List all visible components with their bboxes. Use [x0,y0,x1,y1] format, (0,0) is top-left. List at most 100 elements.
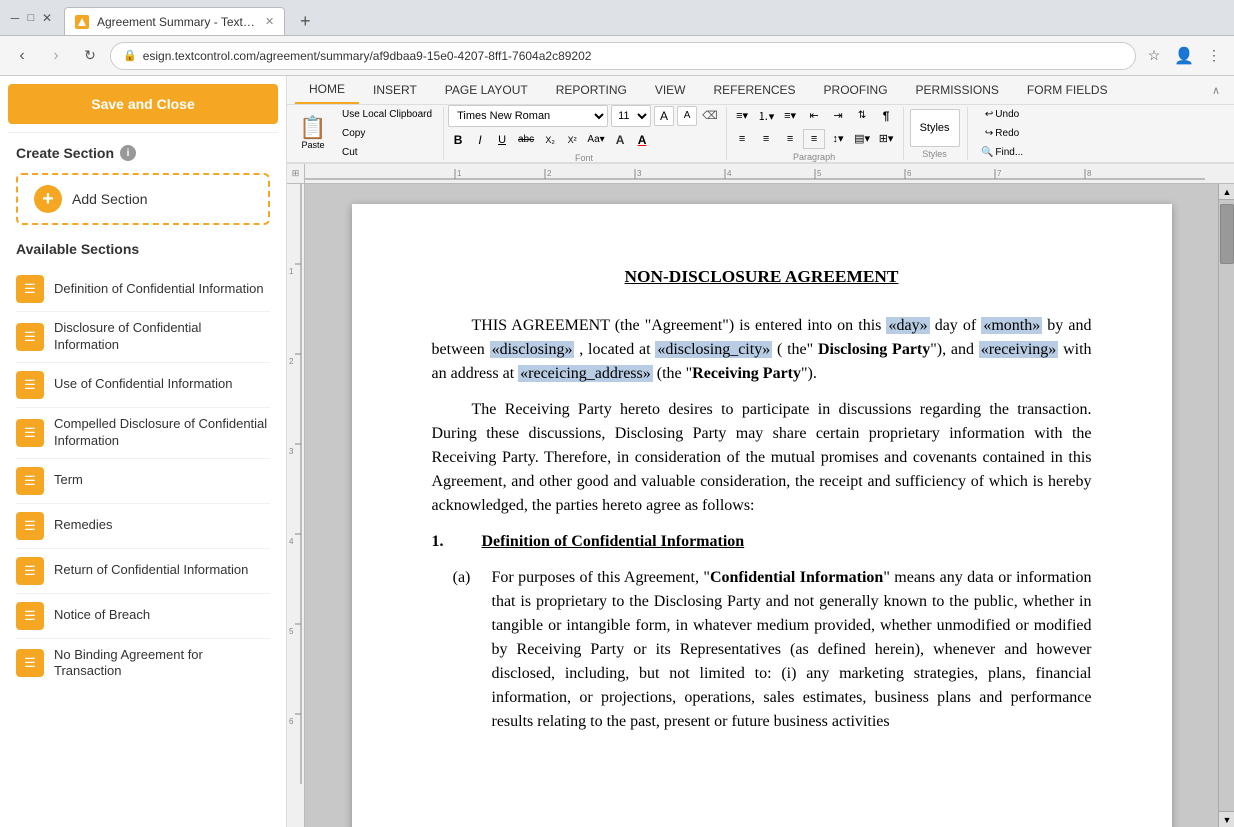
list-item[interactable]: ☰ Term [16,459,270,504]
toolbar-row-1: 📋 Paste Use Local Clipboard Copy Cut Tim… [287,105,1234,163]
increase-indent-btn[interactable]: ⇥ [827,106,849,126]
undo-icon: ↩ [985,109,993,120]
clear-format-btn[interactable]: ⌫ [700,106,720,126]
redo-btn[interactable]: ↪ Redo [980,125,1024,142]
maximize-btn[interactable]: □ [24,11,38,25]
collapse-toolbar-btn[interactable]: ∧ [1206,80,1226,100]
paste-icon: 📋 [299,117,326,139]
tab-title: Agreement Summary - Text Cont... [97,15,257,29]
section-1-title: Definition of Confidential Information [482,530,745,554]
multilevel-btn[interactable]: ≡▾ [779,106,801,126]
new-tab-btn[interactable]: + [291,7,319,35]
svg-text:5: 5 [817,169,822,178]
vertical-ruler: 1 2 3 4 5 6 [287,184,305,827]
create-section-title: Create Section i [16,145,270,161]
copy-btn[interactable]: Copy [337,125,437,142]
forward-btn[interactable]: › [42,42,70,70]
svg-text:4: 4 [727,169,732,178]
active-tab[interactable]: Agreement Summary - Text Cont... ✕ [64,7,285,35]
horizontal-ruler: 1 2 3 4 5 6 7 8 [305,164,1234,184]
back-btn[interactable]: ‹ [8,42,36,70]
use-local-clipboard-btn[interactable]: Use Local Clipboard [337,106,437,123]
clipboard-group: 📋 Paste Use Local Clipboard Copy Cut [291,107,444,160]
doc-paragraph-2: The Receiving Party hereto desires to pa… [432,398,1092,518]
tab-form-fields[interactable]: FORM FIELDS [1013,77,1122,103]
decrease-indent-btn[interactable]: ⇤ [803,106,825,126]
list-item[interactable]: ☰ Use of Confidential Information [16,363,270,408]
bold-btn[interactable]: B [448,130,468,150]
bookmark-icon[interactable]: ☆ [1142,44,1166,68]
font-grow-btn[interactable]: A [654,106,674,126]
list-item[interactable]: ☰ Return of Confidential Information [16,549,270,594]
underline-btn[interactable]: U [492,130,512,150]
editor-with-vruler: 1 2 3 4 5 6 NON- [287,184,1234,827]
section-item-label: Notice of Breach [54,607,150,624]
strikethrough-btn[interactable]: abc [514,130,538,150]
tab-proofing[interactable]: PROOFING [810,77,902,103]
svg-text:1: 1 [457,169,462,178]
font-shrink-btn[interactable]: A [677,106,697,126]
case-btn[interactable]: Aa▾ [584,130,608,150]
line-spacing-btn[interactable]: ↕▾ [827,129,849,149]
superscript-btn[interactable]: X² [562,130,582,150]
tab-home[interactable]: HOME [295,76,359,104]
font-color-btn[interactable]: A [632,130,652,150]
tab-view[interactable]: VIEW [641,77,700,103]
tab-references[interactable]: REFERENCES [700,77,810,103]
align-justify-btn[interactable]: ≡ [803,129,825,149]
list-item[interactable]: ☰ Definition of Confidential Information [16,267,270,312]
section-item-label: No Binding Agreement for Transaction [54,647,270,681]
menu-icon[interactable]: ⋮ [1202,44,1226,68]
tab-insert[interactable]: INSERT [359,77,431,103]
section-doc-icon: ☰ [16,371,44,399]
refresh-btn[interactable]: ↻ [76,42,104,70]
numbering-btn[interactable]: ⒈▾ [755,106,777,126]
url-bar[interactable]: 🔒 esign.textcontrol.com/agreement/summar… [110,42,1136,70]
cut-btn[interactable]: Cut [337,144,437,161]
close-btn[interactable]: ✕ [40,11,54,25]
doc-scroll-area[interactable]: NON-DISCLOSURE AGREEMENT THIS AGREEMENT … [305,184,1218,827]
list-item[interactable]: ☰ Disclosure of Confidential Information [16,312,270,363]
align-left-btn[interactable]: ≡ [731,129,753,149]
find-btn[interactable]: 🔍 Find... [976,144,1028,161]
subscript-btn[interactable]: X₂ [540,130,560,150]
save-close-button[interactable]: Save and Close [8,84,278,124]
redo-icon: ↪ [985,128,993,139]
show-marks-btn[interactable]: ¶ [875,106,897,126]
shading-btn[interactable]: ▤▾ [851,129,873,149]
disclosing-city-field: «disclosing_city» [655,341,772,358]
highlight-btn[interactable]: A [610,130,630,150]
styles-btn[interactable]: Styles [910,109,960,147]
add-section-button[interactable]: + Add Section [16,173,270,225]
undo-btn[interactable]: ↩ Undo [980,106,1024,123]
receiving-field: «receiving» [979,341,1059,358]
profile-icon[interactable]: 👤 [1172,44,1196,68]
tab-close-icon[interactable]: ✕ [265,15,274,28]
section-doc-icon: ☰ [16,419,44,447]
bullets-btn[interactable]: ≡▾ [731,106,753,126]
toolbar-tabs: HOME INSERT PAGE LAYOUT REPORTING VIEW R… [287,76,1234,105]
sort-btn[interactable]: ⇅ [851,106,873,126]
right-scrollbar[interactable]: ▲ ▼ [1218,184,1234,827]
minimize-btn[interactable]: ─ [8,11,22,25]
tab-permissions[interactable]: PERMISSIONS [902,77,1013,103]
lock-icon: 🔒 [123,49,137,62]
scroll-thumb[interactable] [1220,204,1234,264]
italic-btn[interactable]: I [470,130,490,150]
borders-btn[interactable]: ⊞▾ [875,129,897,149]
scroll-down-btn[interactable]: ▼ [1219,811,1234,827]
font-family-select[interactable]: Times New Roman [448,105,608,127]
align-right-btn[interactable]: ≡ [779,129,801,149]
font-size-select[interactable]: 11 [611,105,651,127]
paste-btn[interactable]: 📋 Paste [291,107,335,160]
tab-page-layout[interactable]: PAGE LAYOUT [431,77,542,103]
list-item[interactable]: ☰ Notice of Breach [16,594,270,639]
align-center-btn[interactable]: ≡ [755,129,777,149]
para-row1: ≡▾ ⒈▾ ≡▾ ⇤ ⇥ ⇅ ¶ [731,106,897,126]
list-item[interactable]: ☰ No Binding Agreement for Transaction [16,639,270,689]
ruler-corner: ⊞ [287,164,305,184]
scroll-up-btn[interactable]: ▲ [1219,184,1234,200]
list-item[interactable]: ☰ Compelled Disclosure of Confidential I… [16,408,270,459]
tab-reporting[interactable]: REPORTING [542,77,641,103]
list-item[interactable]: ☰ Remedies [16,504,270,549]
